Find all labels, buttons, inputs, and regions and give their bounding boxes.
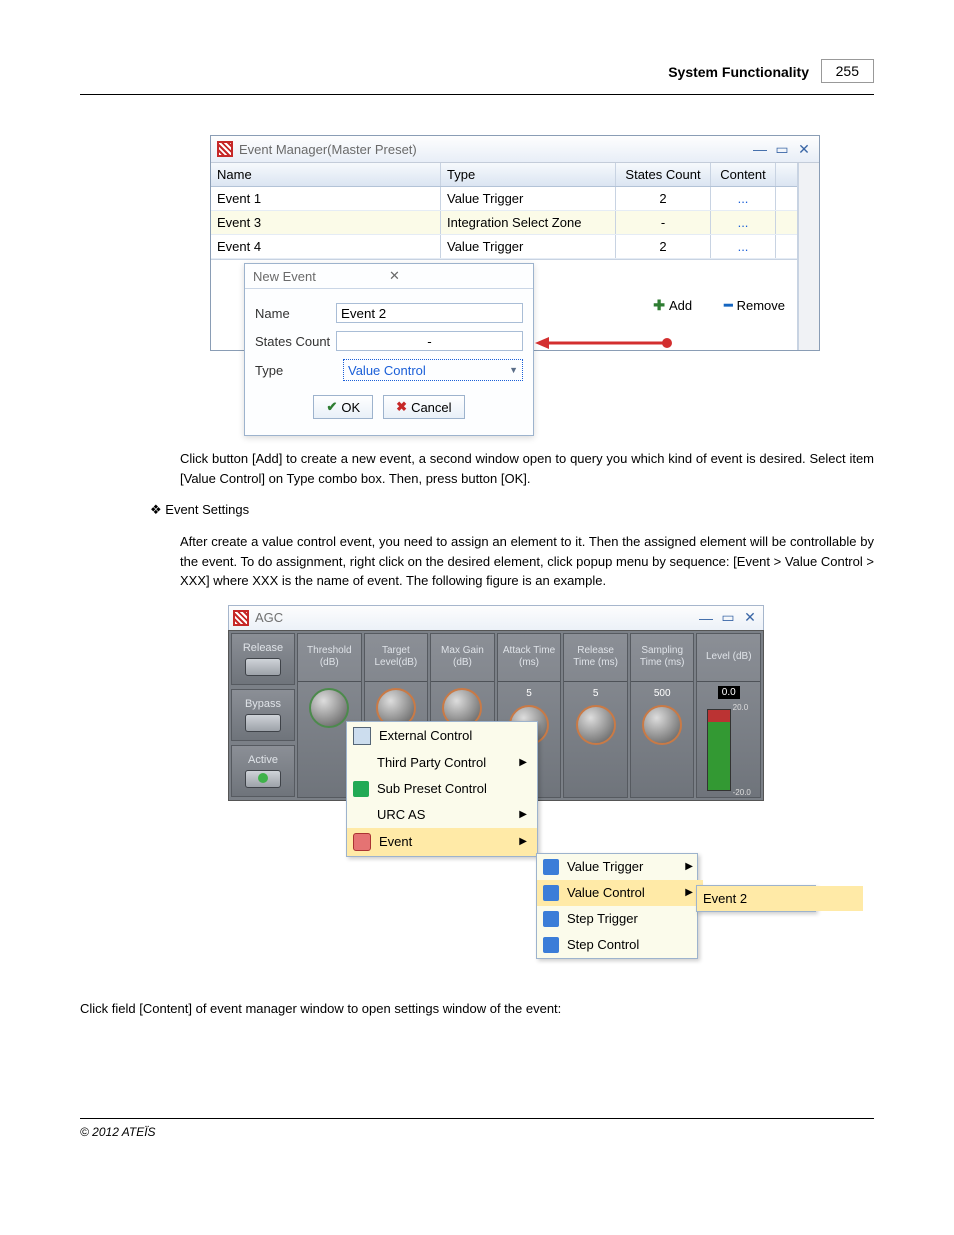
- app-icon: [217, 141, 233, 157]
- plus-icon: ✚: [653, 297, 665, 314]
- menu-icon: [543, 911, 559, 927]
- knob[interactable]: [642, 705, 682, 745]
- chevron-right-icon: ▶: [519, 809, 527, 820]
- close-icon[interactable]: ✕: [741, 609, 759, 626]
- col-states: States Count: [616, 163, 711, 186]
- release-col[interactable]: Release Time (ms) 5: [563, 633, 628, 798]
- content-cell[interactable]: ...: [711, 211, 776, 234]
- col-type: Type: [441, 163, 616, 186]
- level-meter: [707, 709, 731, 791]
- chevron-right-icon: ▶: [519, 757, 527, 768]
- minimize-icon[interactable]: —: [697, 610, 715, 626]
- release-box[interactable]: Release: [231, 633, 295, 685]
- menu-icon: [543, 859, 559, 875]
- menu-item-value-trigger[interactable]: Value Trigger▶: [537, 854, 703, 880]
- app-icon: [233, 610, 249, 626]
- paragraph: Click button [Add] to create a new event…: [180, 449, 874, 488]
- knob[interactable]: [309, 688, 349, 728]
- col-name: Name: [211, 163, 441, 186]
- menu-icon: [353, 727, 371, 745]
- table-row[interactable]: Event 1 Value Trigger 2 ...: [211, 187, 797, 211]
- remove-button[interactable]: ━ Remove: [724, 297, 785, 314]
- cancel-button[interactable]: ✖ Cancel: [383, 395, 464, 419]
- chevron-right-icon: ▶: [685, 887, 693, 898]
- level-col: Level (dB) 0.0 20.0 -20.0: [696, 633, 761, 798]
- figure-event-manager: Event Manager(Master Preset) — ▭ ✕ Name …: [210, 135, 874, 435]
- table-row[interactable]: Event 3 Integration Select Zone - ...: [211, 211, 797, 235]
- menu-icon: [543, 937, 559, 953]
- figure-agc: AGC — ▭ ✕ Release Bypass Active: [80, 605, 874, 985]
- context-menu: External Control Third Party Control▶ Su…: [346, 721, 538, 857]
- col-content: Content: [711, 163, 776, 186]
- content-cell[interactable]: ...: [711, 187, 776, 210]
- name-label: Name: [255, 306, 336, 321]
- window-title: Event Manager(Master Preset): [239, 142, 417, 157]
- menu-item-urcas[interactable]: URC AS▶: [347, 802, 537, 828]
- menu-item-value-control[interactable]: Value Control▶: [537, 880, 703, 906]
- page-number: 255: [821, 59, 874, 83]
- menu-item-event[interactable]: Event▶: [347, 828, 537, 856]
- chevron-down-icon: ▼: [509, 365, 518, 375]
- dialog-titlebar: New Event ✕: [245, 264, 533, 289]
- content-cell[interactable]: ...: [711, 235, 776, 258]
- table-header: Name Type States Count Content: [211, 163, 797, 187]
- check-icon: ✔: [326, 399, 337, 415]
- paragraph: Click field [Content] of event manager w…: [80, 999, 874, 1019]
- menu-item-step-control[interactable]: Step Control: [537, 932, 703, 958]
- add-button[interactable]: ✚ Add: [653, 297, 692, 314]
- release-button[interactable]: [245, 658, 281, 676]
- paragraph: After create a value control event, you …: [180, 532, 874, 591]
- type-combobox[interactable]: Value Control ▼: [343, 359, 523, 381]
- section-heading: Event Settings: [150, 502, 874, 518]
- page-header: System Functionality 255: [80, 60, 874, 95]
- minimize-icon[interactable]: —: [751, 141, 769, 157]
- menu-item-subpreset[interactable]: Sub Preset Control: [347, 776, 537, 802]
- menu-item-event2[interactable]: Event 2: [697, 886, 863, 911]
- name-input[interactable]: [336, 303, 523, 323]
- ok-button[interactable]: ✔ OK: [313, 395, 373, 419]
- sampling-col[interactable]: Sampling Time (ms) 500: [630, 633, 695, 798]
- agc-title: AGC: [255, 610, 283, 625]
- chevron-right-icon: ▶: [519, 836, 527, 847]
- bypass-button[interactable]: [245, 714, 281, 732]
- page-footer: © 2012 ATEÏS: [80, 1118, 874, 1139]
- scrollbar[interactable]: [798, 163, 819, 350]
- header-title: System Functionality: [668, 64, 809, 80]
- context-submenu: Value Trigger▶ Value Control▶ Step Trigg…: [536, 853, 698, 959]
- window-titlebar: Event Manager(Master Preset) — ▭ ✕: [211, 136, 819, 163]
- active-box[interactable]: Active: [231, 745, 295, 797]
- knob[interactable]: [576, 705, 616, 745]
- close-icon[interactable]: ✕: [389, 268, 525, 284]
- menu-icon: [543, 885, 559, 901]
- agc-titlebar: AGC — ▭ ✕: [228, 605, 764, 630]
- states-input[interactable]: [336, 331, 523, 351]
- menu-item-thirdparty[interactable]: Third Party Control▶: [347, 750, 537, 776]
- new-event-dialog: New Event ✕ Name States Count Type Value…: [244, 263, 534, 436]
- menu-item-external[interactable]: External Control: [347, 722, 537, 750]
- active-button[interactable]: [245, 770, 281, 788]
- bypass-box[interactable]: Bypass: [231, 689, 295, 741]
- close-icon[interactable]: ✕: [795, 141, 813, 158]
- context-submenu-final: Event 2: [696, 885, 816, 912]
- type-label: Type: [255, 363, 343, 378]
- states-label: States Count: [255, 334, 336, 349]
- menu-item-step-trigger[interactable]: Step Trigger: [537, 906, 703, 932]
- x-icon: ✖: [396, 399, 407, 415]
- minus-icon: ━: [724, 297, 732, 314]
- maximize-icon[interactable]: ▭: [719, 609, 737, 626]
- menu-icon: [353, 833, 371, 851]
- dialog-title: New Event: [253, 269, 389, 284]
- chevron-right-icon: ▶: [685, 861, 693, 872]
- menu-icon: [353, 781, 369, 797]
- table-row[interactable]: Event 4 Value Trigger 2 ...: [211, 235, 797, 259]
- maximize-icon[interactable]: ▭: [773, 141, 791, 158]
